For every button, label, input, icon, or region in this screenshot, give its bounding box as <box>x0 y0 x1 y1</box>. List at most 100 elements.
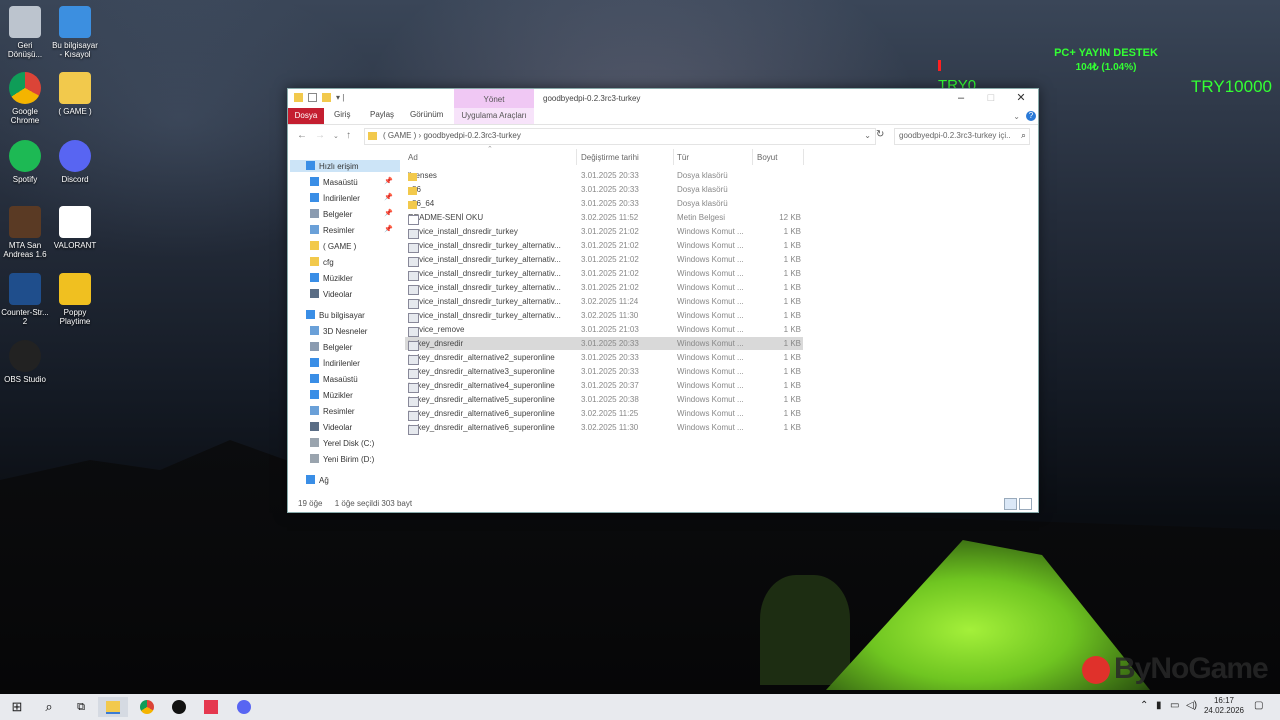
address-dropdown-icon[interactable]: ⌄ <box>864 131 871 140</box>
minimize-button[interactable]: – <box>946 89 976 108</box>
file-row[interactable]: service_install_dnsredir_turkey_alternat… <box>405 267 803 281</box>
large-icons-view-icon[interactable] <box>1019 498 1032 510</box>
discord-taskbar-icon[interactable] <box>229 697 259 717</box>
nav-item[interactable]: 3D Nesneler <box>310 326 367 336</box>
steam-taskbar-icon[interactable] <box>164 697 194 717</box>
nav-item[interactable]: İndirilenler 📌 <box>310 193 393 203</box>
chrome-taskbar-icon[interactable] <box>132 697 162 717</box>
file-row[interactable]: service_remove 3.01.2025 21:03 Windows Kom… <box>405 323 803 337</box>
file-row[interactable]: licenses 3.01.2025 20:33 Dosya klasörü <box>405 169 803 182</box>
tab-app-tools[interactable]: Uygulama Araçları <box>454 108 534 124</box>
nav-item[interactable]: İndirilenler <box>310 358 360 368</box>
nav-item[interactable]: ( GAME ) <box>310 241 356 251</box>
pin-icon[interactable]: 📌 <box>384 225 393 233</box>
desktop-icon-item[interactable]: Poppy Playtime <box>50 273 100 326</box>
file-row[interactable]: service_install_dnsredir_turkey 3.01.2025… <box>405 225 803 239</box>
file-row[interactable]: turkey_dnsredir_alternative2_superonline… <box>405 351 803 365</box>
file-row[interactable]: service_install_dnsredir_turkey_alternat… <box>405 239 803 253</box>
file-row[interactable]: service_install_dnsredir_turkey_alternat… <box>405 295 803 309</box>
column-size[interactable]: Boyut <box>757 153 777 162</box>
desktop-icon-item[interactable]: Counter-Str... 2 <box>0 273 50 326</box>
desktop-icon-item[interactable]: Discord <box>50 140 100 184</box>
nav-item[interactable]: Videolar <box>310 422 352 432</box>
nav-item[interactable]: Belgeler <box>310 342 352 352</box>
desktop-icon-item[interactable]: MTA San Andreas 1.6 <box>0 206 50 259</box>
nav-network[interactable]: Ağ <box>306 475 329 485</box>
volume-icon[interactable]: ◁) <box>1186 700 1197 711</box>
file-row[interactable]: turkey_dnsredir 3.01.2025 20:33 Windows Ko… <box>405 337 803 351</box>
nav-item[interactable]: Müzikler <box>310 390 353 400</box>
column-date[interactable]: Değiştirme tarihi <box>581 153 639 162</box>
new-folder-icon[interactable] <box>322 93 331 102</box>
pin-icon[interactable]: 📌 <box>384 209 393 217</box>
up-button[interactable]: ↑ <box>346 130 351 141</box>
desktop-icon-item[interactable]: OBS Studio <box>0 340 50 384</box>
nav-item[interactable]: Yeni Birim (D:) <box>310 454 374 464</box>
nav-item[interactable]: Resimler <box>310 406 355 416</box>
clock[interactable]: 16:17 24.02.2026 <box>1198 696 1250 716</box>
back-button[interactable]: ← <box>297 130 307 141</box>
nav-item[interactable]: Resimler 📌 <box>310 225 393 235</box>
column-divider[interactable] <box>752 149 753 165</box>
file-row[interactable]: service_install_dnsredir_turkey_alternat… <box>405 281 803 295</box>
search-icon[interactable]: ⌕ <box>1021 130 1026 141</box>
file-row[interactable]: x86_64 3.01.2025 20:33 Dosya klasörü <box>405 197 803 210</box>
valorant-taskbar-icon[interactable] <box>196 697 226 717</box>
search-box[interactable]: goodbyedpi-0.2.3rc3-turkey içi... ⌕ <box>894 128 1030 145</box>
refresh-button[interactable]: ↻ <box>876 129 884 140</box>
desktop-icon-item[interactable]: ( GAME ) <box>50 72 100 116</box>
tab-view[interactable]: Görünüm <box>410 110 443 119</box>
nav-item[interactable]: Belgeler 📌 <box>310 209 393 219</box>
file-row[interactable]: turkey_dnsredir_alternative6_superonline… <box>405 407 803 421</box>
start-button[interactable]: ⊞ <box>2 697 32 717</box>
desktop-icon-item[interactable]: Geri Dönüşü... <box>0 6 50 59</box>
task-view-icon[interactable]: ⧉ <box>66 697 96 717</box>
nav-item[interactable]: cfg <box>310 257 334 267</box>
tab-share[interactable]: Paylaş <box>370 110 394 119</box>
recent-dropdown-icon[interactable]: ⌄ <box>333 132 339 140</box>
maximize-button[interactable]: □ <box>976 89 1006 108</box>
column-name[interactable]: Ad <box>408 153 418 162</box>
desktop-icon-item[interactable]: Bu bilgisayar - Kısayol <box>50 6 100 59</box>
file-row[interactable]: turkey_dnsredir_alternative3_superonline… <box>405 365 803 379</box>
tab-home[interactable]: Giriş <box>334 110 350 119</box>
file-row[interactable]: service_install_dnsredir_turkey_alternat… <box>405 253 803 267</box>
close-button[interactable]: ✕ <box>1006 89 1036 108</box>
file-explorer-taskbar-icon[interactable] <box>98 697 128 717</box>
tab-file[interactable]: Dosya <box>288 108 324 124</box>
desktop-icon-item[interactable]: Google Chrome <box>0 72 50 125</box>
network-icon[interactable]: ▭ <box>1170 700 1179 711</box>
expand-ribbon-icon[interactable]: ⌄ <box>1013 112 1020 121</box>
tab-manage[interactable]: Yönet <box>454 89 534 108</box>
nav-this-pc[interactable]: Bu bilgisayar <box>306 310 365 320</box>
nav-quick-access[interactable]: Hızlı erişim <box>306 161 359 171</box>
nav-item[interactable]: Masaüstü <box>310 374 358 384</box>
nav-item[interactable]: Masaüstü 📌 <box>310 177 393 187</box>
column-type[interactable]: Tür <box>677 153 689 162</box>
properties-icon[interactable] <box>308 93 317 102</box>
nav-item[interactable]: Yerel Disk (C:) <box>310 438 374 448</box>
help-icon[interactable]: ? <box>1026 111 1036 121</box>
pin-icon[interactable]: 📌 <box>384 193 393 201</box>
usb-icon[interactable]: ▮ <box>1156 700 1162 711</box>
column-divider[interactable] <box>673 149 674 165</box>
desktop-icon-item[interactable]: Spotify <box>0 140 50 184</box>
search-taskbar-icon[interactable]: ⌕ <box>34 697 64 717</box>
forward-button[interactable]: → <box>315 130 325 141</box>
file-row[interactable]: turkey_dnsredir_alternative6_superonline… <box>405 421 803 435</box>
file-row[interactable]: README-SENİ OKU 3.02.2025 11:52 Metin Belg… <box>405 211 803 225</box>
notification-icon[interactable]: ▢ <box>1254 700 1263 711</box>
file-row[interactable]: x86 3.01.2025 20:33 Dosya klasörü <box>405 183 803 196</box>
pin-icon[interactable]: 📌 <box>384 177 393 185</box>
address-bar[interactable]: ( GAME ) › goodbyedpi-0.2.3rc3-turkey ⌄ <box>364 128 876 145</box>
column-divider[interactable] <box>803 149 804 165</box>
column-divider[interactable] <box>576 149 577 165</box>
show-hidden-icons[interactable]: ⌃ <box>1140 700 1148 711</box>
file-row[interactable]: turkey_dnsredir_alternative4_superonline… <box>405 379 803 393</box>
details-view-icon[interactable] <box>1004 498 1017 510</box>
nav-item[interactable]: Müzikler <box>310 273 353 283</box>
customize-toolbar-icon[interactable]: ▾ | <box>336 93 344 102</box>
desktop-icon-item[interactable]: VALORANT <box>50 206 100 250</box>
file-row[interactable]: turkey_dnsredir_alternative5_superonline… <box>405 393 803 407</box>
file-row[interactable]: service_install_dnsredir_turkey_alternat… <box>405 309 803 323</box>
